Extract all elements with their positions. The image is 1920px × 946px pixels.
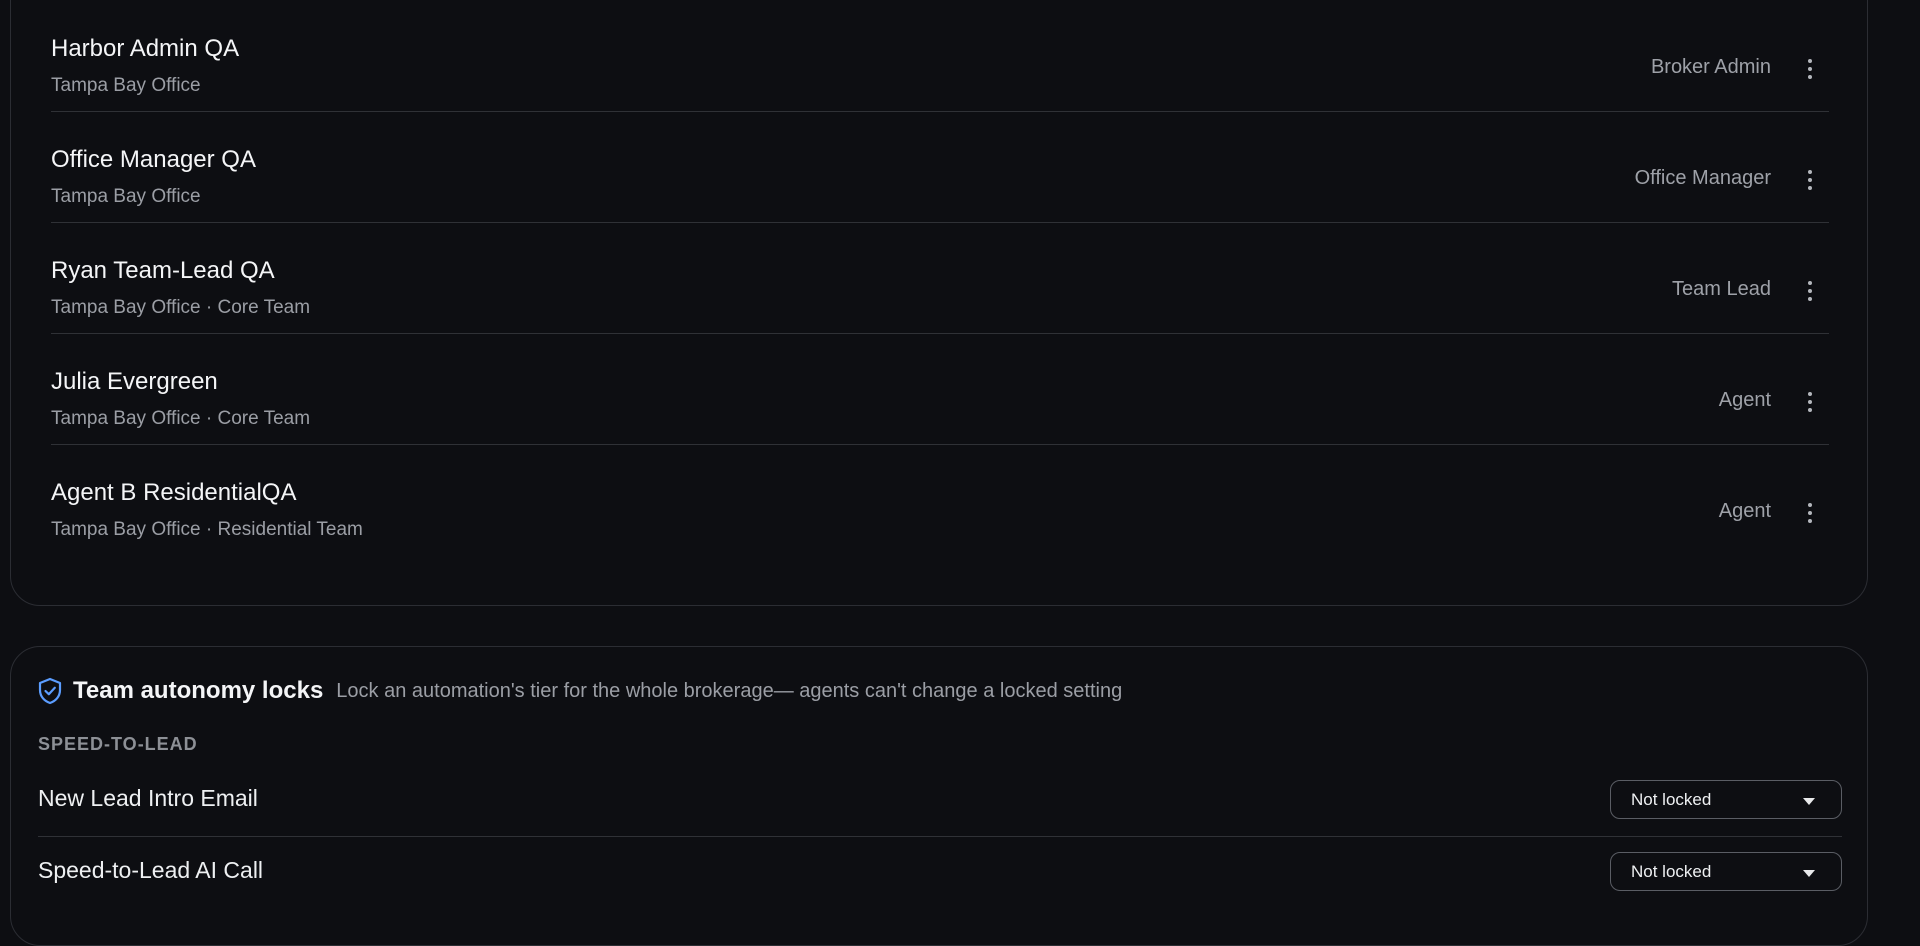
member-office: Tampa Bay Office · Residential Team <box>51 519 363 540</box>
lock-select-value: Not locked <box>1631 862 1712 881</box>
autonomy-locks-description: Lock an automation's tier for the whole … <box>336 679 1123 702</box>
member-list: Harbor Admin QA Tampa Bay Office Broker … <box>51 1 1829 556</box>
autonomy-locks-header: Team autonomy locks Lock an automation's… <box>37 677 1122 705</box>
more-options-icon[interactable] <box>1797 53 1823 85</box>
automation-name: New Lead Intro Email <box>38 785 258 811</box>
member-role: Office Manager <box>1634 167 1771 189</box>
lock-tier-select[interactable]: Not locked <box>1610 852 1842 891</box>
more-options-icon[interactable] <box>1797 497 1823 529</box>
member-name: Harbor Admin QA <box>51 35 240 62</box>
section-label: SPEED-TO-LEAD <box>38 734 198 754</box>
members-card: Harbor Admin QA Tampa Bay Office Broker … <box>10 0 1868 606</box>
member-row: Agent B ResidentialQA Tampa Bay Office ·… <box>51 445 1829 556</box>
member-role: Agent <box>1718 389 1771 411</box>
shield-check-icon <box>38 677 62 705</box>
member-row: Julia Evergreen Tampa Bay Office · Core … <box>51 334 1829 445</box>
lock-select-value: Not locked <box>1631 790 1712 809</box>
member-office: Tampa Bay Office <box>51 75 201 96</box>
automation-row: New Lead Intro Email Not locked <box>38 765 1842 837</box>
member-office: Tampa Bay Office · Core Team <box>51 408 311 429</box>
autonomy-locks-title: Team autonomy locks <box>73 677 324 704</box>
member-name: Ryan Team-Lead QA <box>51 257 275 284</box>
member-row: Office Manager QA Tampa Bay Office Offic… <box>51 112 1829 223</box>
caret-down-icon <box>1803 870 1815 877</box>
member-role: Team Lead <box>1672 278 1771 300</box>
member-role: Agent <box>1718 500 1771 522</box>
caret-down-icon <box>1803 798 1815 805</box>
member-name: Julia Evergreen <box>51 368 218 395</box>
automation-name: Speed-to-Lead AI Call <box>38 857 264 883</box>
automation-row: Speed-to-Lead AI Call Not locked <box>38 837 1842 909</box>
member-office: Tampa Bay Office <box>51 186 201 207</box>
member-role: Broker Admin <box>1650 56 1771 78</box>
member-row: Harbor Admin QA Tampa Bay Office Broker … <box>51 1 1829 112</box>
member-name: Office Manager QA <box>51 146 256 173</box>
member-name: Agent B ResidentialQA <box>51 479 297 506</box>
lock-tier-select[interactable]: Not locked <box>1610 780 1842 819</box>
member-row: Ryan Team-Lead QA Tampa Bay Office · Cor… <box>51 223 1829 334</box>
more-options-icon[interactable] <box>1797 386 1823 418</box>
more-options-icon[interactable] <box>1797 275 1823 307</box>
member-office: Tampa Bay Office · Core Team <box>51 297 311 318</box>
autonomy-locks-card: Team autonomy locks Lock an automation's… <box>10 646 1868 946</box>
more-options-icon[interactable] <box>1797 164 1823 196</box>
